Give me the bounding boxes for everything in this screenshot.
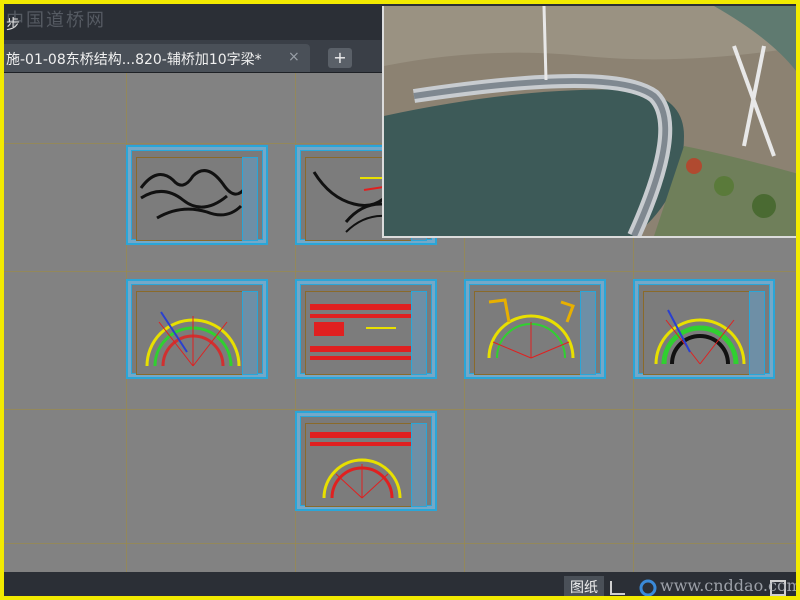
step-label: 步 — [6, 17, 20, 33]
drawing-sheet-thumbnail[interactable] — [126, 279, 268, 379]
new-tab-button[interactable]: + — [328, 48, 352, 68]
document-tab-label: 施-01-08东桥结构...820-辅桥加10字梁* — [6, 52, 262, 68]
polar-tracking-icon[interactable] — [638, 578, 658, 596]
drawing-sheet-thumbnail[interactable] — [295, 279, 437, 379]
app-window: 中国道桥网 步 施-01-08东桥结构...820-辅桥加10字梁* × + 图… — [0, 0, 800, 600]
grid-line — [4, 409, 796, 410]
status-bar: 图纸 www.cnddao.com — [4, 572, 800, 596]
drawing-sheet-thumbnail[interactable] — [464, 279, 606, 379]
drawing-sheet-thumbnail[interactable] — [126, 145, 268, 245]
document-tab[interactable]: 施-01-08东桥结构...820-辅桥加10字梁* × — [4, 44, 310, 72]
watermark-logo: 中国道桥网 — [6, 10, 106, 31]
layout-tab[interactable]: 图纸 — [564, 576, 604, 596]
close-icon[interactable]: × — [288, 49, 300, 65]
snap-icon[interactable] — [608, 578, 628, 596]
grid-line — [4, 271, 796, 272]
bridge-photo-overlay — [382, 6, 796, 238]
drawing-sheet-thumbnail[interactable] — [633, 279, 775, 379]
drawing-sheet-thumbnail[interactable] — [295, 411, 437, 511]
grid-line — [4, 543, 796, 544]
watermark-url: www.cnddao.com — [660, 576, 800, 595]
